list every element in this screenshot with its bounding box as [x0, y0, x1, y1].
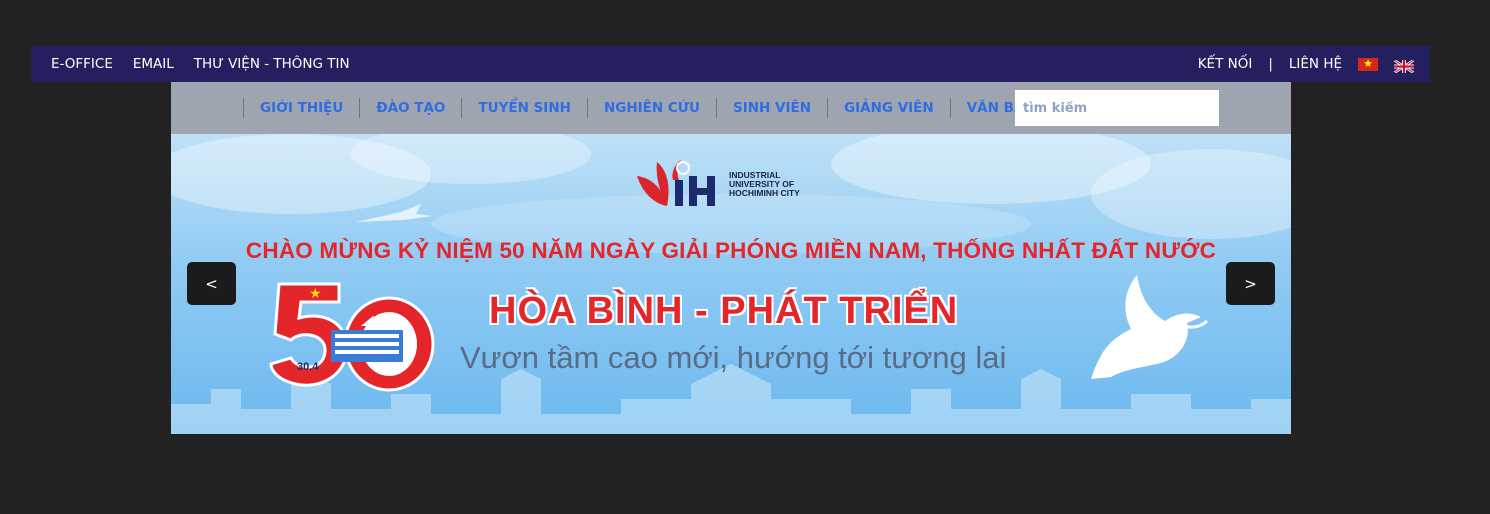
- top-link-library[interactable]: THƯ VIỆN - THÔNG TIN: [194, 56, 350, 72]
- banner-slogan: HÒA BÌNH - PHÁT TRIỂN: [489, 290, 959, 332]
- university-logo: INDUSTRIAL UNIVERSITY OF HOCHIMINH CITY: [633, 156, 829, 212]
- top-link-connect[interactable]: KẾT NỐI: [1198, 56, 1253, 72]
- top-bar-left-links: E-OFFICE EMAIL THƯ VIỆN - THÔNG TIN: [51, 46, 350, 82]
- hero-banner: INDUSTRIAL UNIVERSITY OF HOCHIMINH CITY …: [171, 134, 1291, 434]
- banner-subslogan: Vươn tầm cao mới, hướng tới tương lai: [460, 340, 1007, 375]
- top-link-contact[interactable]: LIÊN HỆ: [1289, 56, 1342, 72]
- emblem-date: 30.4: [297, 361, 319, 373]
- nav-item-research[interactable]: NGHIÊN CỨU: [586, 98, 716, 118]
- nav-items: GIỚI THIỆU ĐÀO TẠO TUYỂN SINH NGHIÊN CỨU…: [243, 82, 1063, 134]
- logo-text-line-3: HOCHIMINH CITY: [729, 187, 800, 198]
- nav-item-students[interactable]: SINH VIÊN: [716, 98, 827, 118]
- main-nav: GIỚI THIỆU ĐÀO TẠO TUYỂN SINH NGHIÊN CỨU…: [171, 82, 1291, 134]
- nav-item-training[interactable]: ĐÀO TẠO: [359, 98, 461, 118]
- peace-dove-icon: [1091, 275, 1209, 379]
- banner-headline: CHÀO MỪNG KỶ NIỆM 50 NĂM NGÀY GIẢI PHÓNG…: [245, 238, 1217, 263]
- nav-item-lecturers[interactable]: GIẢNG VIÊN: [827, 98, 950, 118]
- nav-item-about[interactable]: GIỚI THIỆU: [243, 98, 359, 118]
- svg-text:★: ★: [309, 286, 322, 302]
- search-input[interactable]: [1015, 90, 1219, 126]
- top-link-eoffice[interactable]: E-OFFICE: [51, 56, 113, 72]
- top-link-email[interactable]: EMAIL: [133, 56, 174, 72]
- top-bar-right-links: KẾT NỐI | LIÊN HỆ: [1198, 46, 1415, 82]
- anniversary-50-emblem-icon: ★ 30.4: [269, 282, 435, 392]
- top-bar: E-OFFICE EMAIL THƯ VIỆN - THÔNG TIN KẾT …: [31, 46, 1430, 82]
- nav-item-admissions[interactable]: TUYỂN SINH: [461, 98, 587, 118]
- university-logo-text: INDUSTRIAL UNIVERSITY OF HOCHIMINH CITY: [729, 170, 829, 198]
- vietnam-flag-icon[interactable]: [1358, 55, 1378, 73]
- carousel-next-button[interactable]: >: [1226, 262, 1275, 305]
- carousel-prev-button[interactable]: <: [187, 262, 236, 305]
- uk-flag-graphic: [1393, 58, 1415, 74]
- uk-flag-icon[interactable]: [1393, 58, 1415, 74]
- top-link-separator: |: [1268, 56, 1273, 72]
- university-logo-icon: [637, 160, 715, 206]
